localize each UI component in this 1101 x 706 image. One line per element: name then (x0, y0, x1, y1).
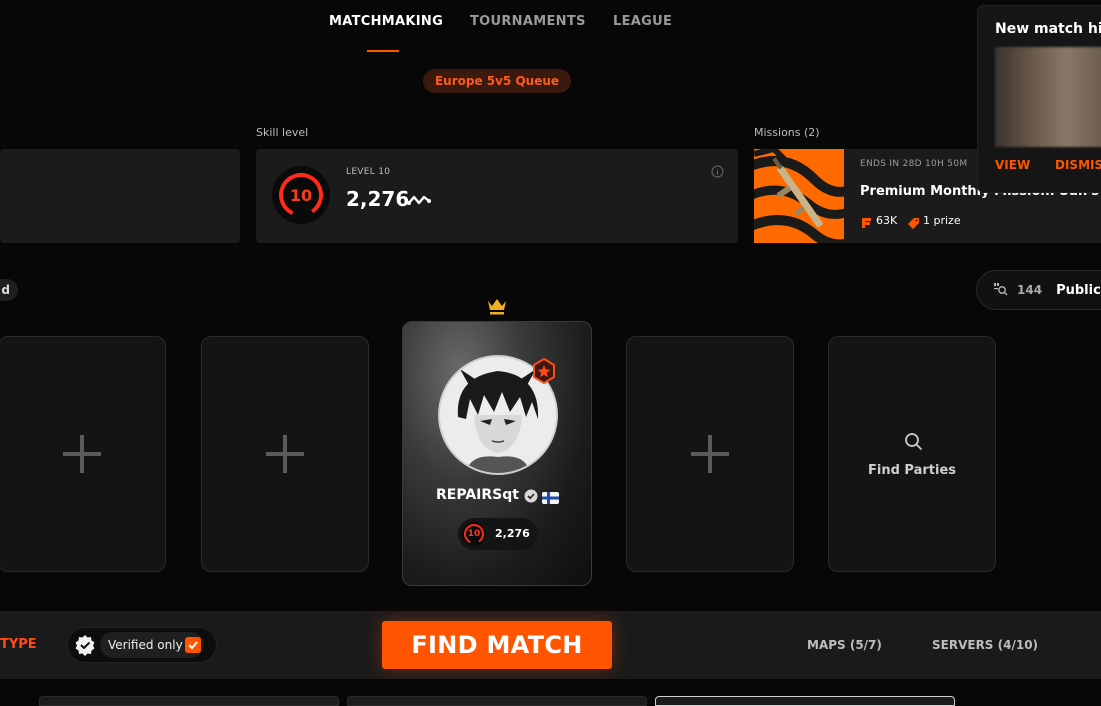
mission-prize: 1 prize (923, 214, 961, 227)
player-name[interactable]: REPAIRSqt (436, 487, 519, 503)
party-filter-pill[interactable]: d (0, 279, 18, 301)
notification-thumbnail[interactable] (995, 47, 1101, 147)
lower-card-3[interactable] (655, 696, 955, 706)
public-parties-button[interactable]: 144 Public p (976, 270, 1101, 310)
prize-tag-icon (908, 214, 920, 233)
elo-value: 2,276 (346, 187, 410, 211)
invite-slot-2[interactable] (201, 336, 369, 572)
match-type-label[interactable]: TYPE (0, 637, 37, 652)
active-tab-indicator (367, 50, 399, 52)
notification-title: New match hig (995, 21, 1101, 37)
add-player-icon (63, 435, 101, 473)
player-level-number: 10 (467, 529, 481, 539)
left-info-card (0, 149, 240, 243)
skill-section-label: Skill level (256, 126, 309, 139)
level-badge: 10 (272, 166, 330, 224)
mission-thumbnail (754, 149, 844, 243)
party-leader-crown-icon (487, 298, 507, 319)
match-highlight-notification: New match hig VIEW DISMIS (978, 6, 1101, 192)
player-elo: 2,276 (495, 527, 530, 540)
lower-card-2[interactable] (347, 696, 647, 706)
elo-trend-icon[interactable] (407, 192, 431, 211)
notification-view-button[interactable]: VIEW (995, 158, 1030, 172)
search-icon (904, 432, 924, 456)
mission-points: 63K (876, 214, 898, 227)
public-parties-count: 144 (1017, 283, 1043, 297)
tab-league[interactable]: LEAGUE (613, 14, 672, 29)
rank-badge-icon (531, 357, 557, 388)
public-parties-label: Public p (1056, 282, 1101, 298)
lower-card-1[interactable] (39, 696, 339, 706)
points-icon (861, 214, 872, 233)
verified-only-checkbox[interactable] (185, 637, 201, 653)
missions-section-label: Missions (2) (754, 126, 820, 139)
verified-only-label: Verified only (108, 638, 183, 652)
player-card[interactable]: REPAIRSqt 10 2,276 (402, 321, 592, 586)
queue-badge[interactable]: Europe 5v5 Queue (423, 69, 571, 93)
add-player-icon (691, 435, 729, 473)
tab-tournaments[interactable]: TOURNAMENTS (470, 14, 586, 29)
notification-dismiss-button[interactable]: DISMIS (1055, 158, 1101, 172)
info-icon[interactable] (711, 163, 724, 182)
level-label: LEVEL 10 (346, 167, 391, 177)
parties-search-icon (993, 281, 1009, 300)
add-player-icon (266, 435, 304, 473)
maps-button[interactable]: MAPS (5/7) (807, 638, 882, 652)
servers-button[interactable]: SERVERS (4/10) (932, 638, 1038, 652)
verified-shield-icon (74, 634, 96, 656)
level-number: 10 (289, 185, 313, 205)
check-icon (188, 641, 198, 650)
verified-badge-icon (524, 488, 538, 507)
find-parties-label: Find Parties (867, 463, 956, 478)
mission-timer: ENDS IN 28D 10H 50M (860, 159, 968, 169)
find-match-button[interactable]: FIND MATCH (382, 621, 612, 669)
invite-slot-1[interactable] (0, 336, 166, 572)
invite-slot-3[interactable] (626, 336, 794, 572)
player-elo-pill: 10 2,276 (458, 518, 538, 550)
tab-matchmaking[interactable]: MATCHMAKING (329, 14, 443, 29)
find-parties-slot[interactable]: Find Parties (828, 336, 996, 572)
finland-flag-icon (542, 489, 559, 508)
